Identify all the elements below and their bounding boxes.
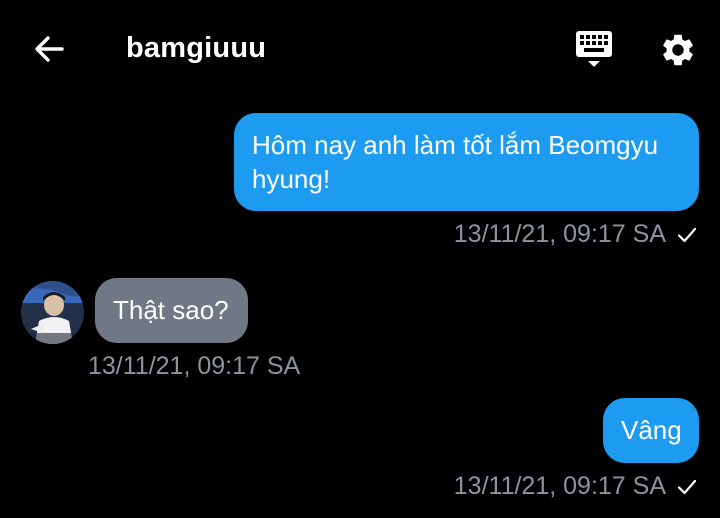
settings-button[interactable] — [656, 28, 700, 72]
avatar-photo — [21, 281, 84, 344]
avatar[interactable] — [21, 281, 84, 344]
outgoing-message-bubble[interactable]: Vâng — [603, 398, 699, 463]
gear-icon — [663, 34, 693, 66]
back-button[interactable] — [30, 30, 68, 68]
outgoing-message-bubble[interactable]: Hôm nay anh làm tốt lắm Beomgyu hyung! — [234, 113, 699, 211]
message-text: Thật sao? — [113, 295, 229, 325]
message-text: Vâng — [621, 415, 682, 445]
check-icon — [677, 227, 697, 243]
message-timestamp: 13/11/21, 09:17 SA — [88, 352, 301, 380]
arrow-left-icon — [35, 36, 64, 62]
chat-title[interactable]: bamgiuuu — [126, 29, 266, 67]
message-timestamp: 13/11/21, 09:17 SA — [453, 220, 666, 248]
keyboard-icon — [576, 31, 612, 67]
message-text: Hôm nay anh làm tốt lắm Beomgyu hyung! — [252, 130, 659, 194]
chat-header: bamgiuuu — [0, 0, 720, 96]
check-icon — [677, 479, 697, 495]
message-timestamp: 13/11/21, 09:17 SA — [453, 472, 666, 500]
keyboard-button[interactable] — [572, 28, 616, 72]
incoming-message-bubble[interactable]: Thật sao? — [95, 278, 248, 343]
